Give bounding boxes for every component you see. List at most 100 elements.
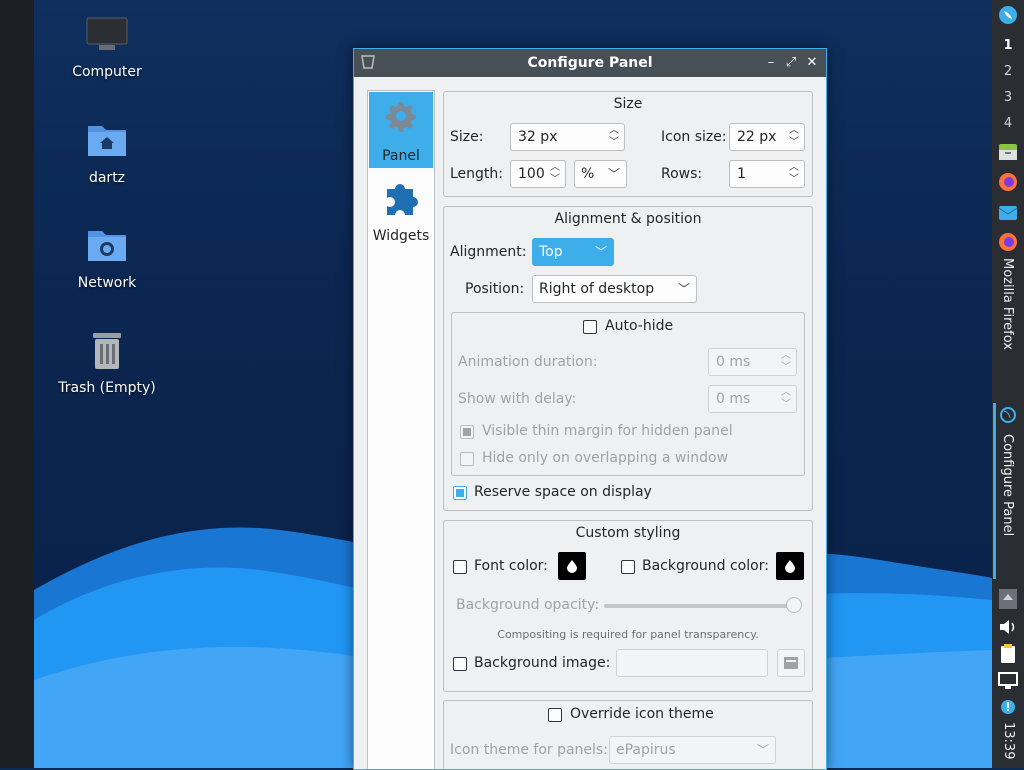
alignment-combo[interactable]: Top ﹀ — [532, 238, 614, 266]
opacity-slider-fill — [604, 604, 794, 608]
group-title: Size — [613, 96, 643, 112]
desktop-icon-network[interactable]: Network — [52, 225, 162, 291]
show-delay-spinbox[interactable]: 0 ms ︿ ﹀ — [708, 385, 797, 413]
chevron-up-icon[interactable]: ︿ — [780, 350, 792, 362]
size-value: 32 px — [518, 129, 558, 145]
opacity-slider[interactable] — [604, 597, 802, 613]
font-color-button[interactable] — [558, 552, 586, 580]
clock[interactable]: 13:39 — [1001, 722, 1016, 759]
position-label: Position: — [465, 281, 525, 297]
volume-icon[interactable] — [997, 616, 1019, 638]
clipboard-icon[interactable] — [997, 643, 1019, 665]
chevron-up-icon[interactable]: ︿ — [788, 162, 800, 174]
chevron-down-icon: ﹀ — [756, 743, 769, 757]
chevron-up-icon[interactable]: ︿ — [780, 387, 792, 399]
rows-value: 1 — [737, 166, 746, 182]
reserve-space-checkbox[interactable] — [453, 486, 467, 500]
compositing-note: Compositing is required for panel transp… — [497, 628, 759, 641]
browse-image-button[interactable] — [777, 649, 805, 677]
icon-size-label: Icon size: — [661, 129, 727, 145]
desktop-icon-dartz[interactable]: dartz — [52, 120, 162, 186]
animation-duration-spinbox[interactable]: 0 ms ︿ ﹀ — [708, 348, 797, 376]
alignment-value: Top — [539, 244, 563, 260]
workspace-2[interactable]: 2 — [992, 64, 1024, 79]
desktop-icon-computer[interactable]: Computer — [52, 14, 162, 80]
thin-margin-checkbox[interactable] — [460, 425, 474, 439]
maximize-icon[interactable]: ⤢ — [782, 54, 800, 72]
hide-overlap-checkbox[interactable] — [460, 452, 474, 466]
file-manager-icon[interactable] — [998, 142, 1018, 166]
icon-theme-combo[interactable]: ePapirus ﹀ — [609, 736, 776, 764]
close-icon[interactable]: ✕ — [803, 54, 821, 72]
opacity-label: Background opacity: — [456, 597, 600, 613]
task-configure-panel[interactable]: Configure Panel — [992, 406, 1024, 576]
notification-icon[interactable] — [997, 696, 1019, 718]
workspace-4[interactable]: 4 — [992, 116, 1024, 131]
autohide-label: Auto-hide — [605, 318, 674, 334]
nav-item-panel[interactable]: Panel — [369, 92, 433, 168]
override-icon-theme-label: Override icon theme — [570, 706, 714, 722]
desktop-icon-label: Network — [77, 275, 137, 291]
position-combo[interactable]: Right of desktop ﹀ — [532, 275, 697, 303]
nav-item-widgets[interactable]: Widgets — [369, 171, 433, 247]
main-menu-icon[interactable] — [998, 5, 1018, 29]
size-label: Size: — [450, 129, 484, 145]
background-image-label: Background image: — [474, 655, 611, 671]
chevron-down-icon[interactable]: ﹀ — [780, 362, 792, 374]
icon-size-spinbox[interactable]: 22 px ︿ ﹀ — [729, 123, 805, 151]
minimize-icon[interactable]: – — [762, 54, 780, 72]
background-color-button[interactable] — [776, 552, 804, 580]
group-title: Alignment & position — [554, 211, 702, 227]
background-image-field[interactable] — [616, 649, 768, 677]
show-delay-label: Show with delay: — [458, 391, 577, 407]
size-spinbox[interactable]: 32 px ︿ ﹀ — [510, 123, 625, 151]
network-folder-icon — [52, 225, 162, 269]
animation-duration-value: 0 ms — [716, 354, 751, 370]
desktop-icon-trash[interactable]: Trash (Empty) — [52, 330, 162, 396]
desktop-icon-label: Trash (Empty) — [58, 380, 156, 396]
chevron-down-icon[interactable]: ﹀ — [788, 174, 800, 186]
chevron-up-icon[interactable]: ︿ — [608, 125, 620, 137]
font-color-label: Font color: — [474, 558, 548, 574]
chevron-down-icon[interactable]: ﹀ — [788, 137, 800, 149]
chevron-down-icon: ﹀ — [607, 167, 620, 181]
image-icon — [784, 657, 798, 669]
icon-theme-group: Override icon theme Icon theme for panel… — [443, 700, 813, 769]
chevron-down-icon[interactable]: ﹀ — [780, 399, 792, 411]
chevron-down-icon[interactable]: ﹀ — [549, 174, 561, 186]
network-tray-icon[interactable] — [997, 670, 1019, 692]
email-icon[interactable] — [998, 203, 1018, 227]
firefox-icon — [998, 232, 1018, 256]
chevron-up-icon[interactable]: ︿ — [788, 125, 800, 137]
reserve-space-label: Reserve space on display — [474, 484, 652, 500]
length-unit-value: % — [581, 166, 595, 182]
background-color-checkbox[interactable] — [621, 560, 635, 574]
titlebar[interactable]: Configure Panel – ⤢ ✕ — [354, 49, 826, 77]
length-spinbox[interactable]: 100 ︿ ﹀ — [510, 160, 566, 188]
chevron-up-icon[interactable]: ︿ — [549, 162, 561, 174]
puzzle-icon — [379, 175, 423, 223]
task-label: Configure Panel — [1000, 434, 1015, 537]
opacity-slider-handle[interactable] — [786, 597, 802, 613]
rows-spinbox[interactable]: 1 ︿ ﹀ — [729, 160, 805, 188]
tray-scroll-up-icon[interactable] — [997, 588, 1019, 610]
length-unit-combo[interactable]: % ﹀ — [574, 160, 627, 188]
override-icon-theme-checkbox[interactable] — [548, 708, 562, 722]
task-firefox[interactable]: Mozilla Firefox — [992, 232, 1024, 362]
icon-size-value: 22 px — [737, 129, 777, 145]
background-color-label: Background color: — [642, 558, 769, 574]
group-title: Custom styling — [575, 525, 681, 541]
alignment-label: Alignment: — [450, 244, 527, 260]
autohide-subgroup: Auto-hide Animation duration: 0 ms ︿ ﹀ S… — [451, 312, 805, 476]
thin-margin-label: Visible thin margin for hidden panel — [482, 423, 733, 439]
font-color-checkbox[interactable] — [453, 560, 467, 574]
background-image-checkbox[interactable] — [453, 657, 467, 671]
computer-icon — [52, 14, 162, 58]
workspace-1[interactable]: 1 — [992, 38, 1024, 53]
icon-theme-value: ePapirus — [616, 742, 676, 758]
length-value: 100 — [518, 166, 545, 182]
firefox-launcher-icon[interactable] — [998, 172, 1018, 196]
autohide-checkbox[interactable] — [583, 320, 597, 334]
chevron-down-icon[interactable]: ﹀ — [608, 137, 620, 149]
workspace-3[interactable]: 3 — [992, 90, 1024, 105]
